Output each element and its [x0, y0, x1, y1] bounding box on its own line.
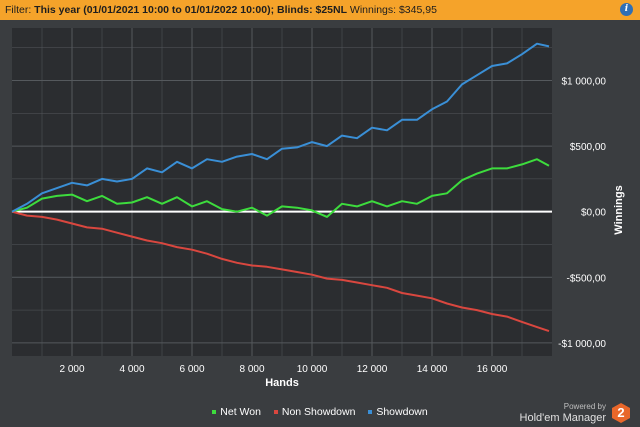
info-icon[interactable]: i: [620, 3, 633, 16]
product-name: Hold'em Manager: [519, 412, 606, 424]
legend-item-non-showdown[interactable]: Non Showdown: [273, 406, 356, 418]
legend-label-net-won: Net Won: [220, 406, 261, 418]
x-tick-label: 2 000: [59, 364, 84, 375]
x-tick-label: 10 000: [297, 364, 328, 375]
legend-swatch-showdown: [368, 410, 373, 415]
legend-item-net-won[interactable]: Net Won: [212, 406, 261, 418]
filter-bar: Filter: This year (01/01/2021 10:00 to 0…: [0, 0, 640, 20]
legend-swatch-net-won: [212, 410, 217, 415]
winnings-chart: $1 000,00$500,00$0,00-$500,00-$1 000,00 …: [11, 28, 625, 389]
y-tick-label: -$1 000,00: [558, 339, 606, 350]
x-tick-label: 4 000: [119, 364, 144, 375]
legend-item-showdown[interactable]: Showdown: [368, 406, 428, 418]
x-tick-label: 16 000: [477, 364, 508, 375]
y-tick-label: $500,00: [570, 142, 607, 153]
x-tick-label: 12 000: [357, 364, 388, 375]
y-tick-labels: $1 000,00 $500,00 $0,00 -$500,00 -$1 000,00: [558, 76, 606, 349]
filter-prefix: Filter:: [5, 4, 35, 16]
y-tick-label: $0,00: [581, 208, 606, 219]
filter-winnings: Winnings: $345,95: [347, 4, 437, 16]
x-tick-label: 8 000: [239, 364, 264, 375]
x-tick-label: 6 000: [179, 364, 204, 375]
x-axis-title: Hands: [265, 377, 299, 389]
x-tick-label: 14 000: [417, 364, 448, 375]
legend-label-non-showdown: Non Showdown: [281, 406, 356, 418]
y-tick-label: -$500,00: [567, 273, 607, 284]
legend-label-showdown: Showdown: [376, 406, 428, 418]
y-tick-label: $1 000,00: [562, 76, 607, 87]
legend-swatch-non-showdown: [273, 410, 278, 415]
x-tick-labels: 2 000 4 000 6 000 8 000 10 000 12 000 14 000 16…: [59, 364, 507, 375]
filter-description: This year (01/01/2021 10:00 to 01/01/202…: [34, 4, 348, 16]
powered-by-label: Powered by: [563, 402, 606, 411]
y-axis-title: Winnings: [613, 185, 625, 234]
